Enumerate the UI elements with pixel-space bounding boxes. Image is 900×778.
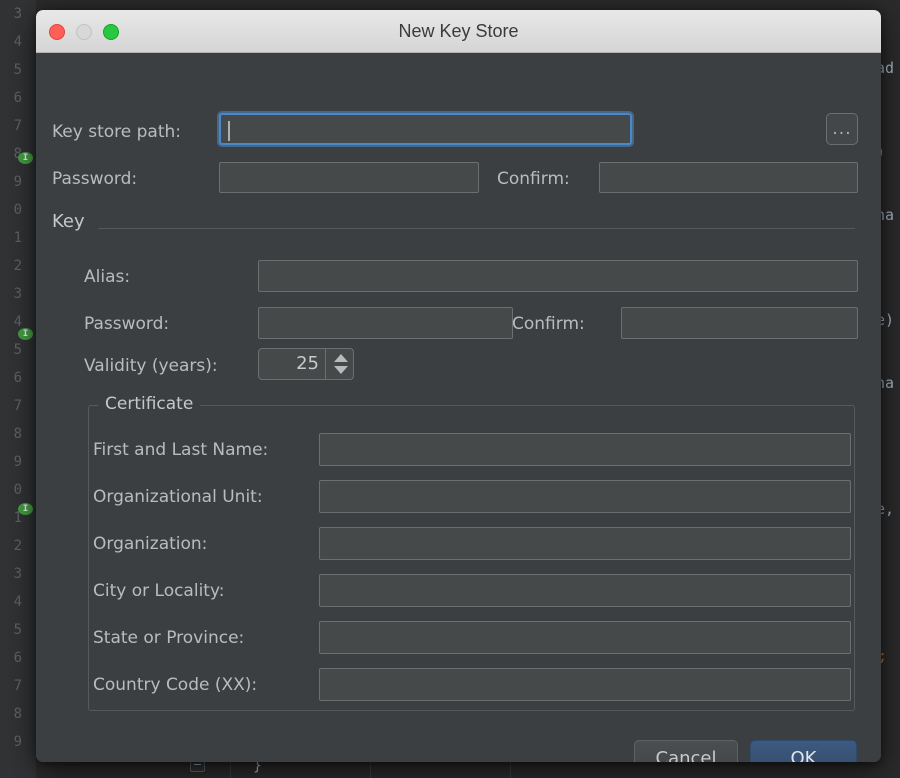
new-key-store-dialog: New Key Store Key store path: ... Passwo… <box>36 10 881 762</box>
validity-value: 25 <box>259 353 319 374</box>
line-number: 2 <box>0 256 22 277</box>
line-number: 9 <box>0 172 22 193</box>
line-number: 5 <box>0 60 22 81</box>
certificate-field-label: State or Province: <box>93 627 244 649</box>
line-number: 8 <box>0 704 22 725</box>
line-number: 3 <box>0 564 22 585</box>
line-number: 9 <box>0 732 22 753</box>
stepper-divider <box>325 349 326 379</box>
line-number: 4 <box>0 32 22 53</box>
gutter-annotation-icon[interactable]: I <box>18 328 33 340</box>
stepper-up-icon[interactable] <box>334 354 348 362</box>
keystore-password-input[interactable] <box>219 162 479 193</box>
line-number: 7 <box>0 396 22 417</box>
dialog-body: Key store path: ... Password: Confirm: K… <box>36 53 881 762</box>
key-section-divider <box>98 228 855 229</box>
keystore-password-label: Password: <box>52 168 137 190</box>
key-confirm-input[interactable] <box>621 307 858 339</box>
cancel-button[interactable]: Cancel <box>634 740 738 762</box>
ok-button[interactable]: OK <box>750 740 857 762</box>
line-number: 9 <box>0 452 22 473</box>
line-number: 7 <box>0 676 22 697</box>
line-number: 6 <box>0 368 22 389</box>
keystore-confirm-input[interactable] <box>599 162 858 193</box>
validity-stepper[interactable]: 25 <box>258 348 354 380</box>
line-number: 0 <box>0 200 22 221</box>
line-number: 3 <box>0 284 22 305</box>
certificate-field-input[interactable] <box>319 480 851 513</box>
dialog-title: New Key Store <box>36 21 881 42</box>
line-number: 1 <box>0 228 22 249</box>
browse-button[interactable]: ... <box>826 113 858 145</box>
line-number: 5 <box>0 620 22 641</box>
validity-label: Validity (years): <box>84 355 218 377</box>
dialog-titlebar[interactable]: New Key Store <box>36 10 881 53</box>
key-alias-label: Alias: <box>84 266 130 288</box>
line-number: 6 <box>0 88 22 109</box>
line-number: 6 <box>0 648 22 669</box>
certificate-field-input[interactable] <box>319 527 851 560</box>
certificate-field-label: Organizational Unit: <box>93 486 263 508</box>
stepper-down-icon[interactable] <box>334 366 348 374</box>
key-confirm-label: Confirm: <box>512 313 585 335</box>
text-caret <box>228 121 230 141</box>
line-number: 3 <box>0 4 22 25</box>
key-password-label: Password: <box>84 313 169 335</box>
certificate-field-input[interactable] <box>319 433 851 466</box>
certificate-field-label: Organization: <box>93 533 207 555</box>
line-number: 0 <box>0 480 22 501</box>
gutter-annotation-icon[interactable]: I <box>18 152 33 164</box>
key-alias-input[interactable] <box>258 260 858 292</box>
gutter-annotation-icon[interactable]: I <box>18 503 33 515</box>
line-number: 4 <box>0 592 22 613</box>
line-number: 2 <box>0 536 22 557</box>
key-password-input[interactable] <box>258 307 513 339</box>
certificate-field-label: City or Locality: <box>93 580 225 602</box>
line-number: 7 <box>0 116 22 137</box>
keystore-path-label: Key store path: <box>52 121 181 143</box>
keystore-confirm-label: Confirm: <box>497 168 570 190</box>
certificate-field-input[interactable] <box>319 621 851 654</box>
line-number: 5 <box>0 340 22 361</box>
certificate-groupbox-title: Certificate <box>98 394 200 414</box>
certificate-field-label: First and Last Name: <box>93 439 268 461</box>
key-section-title: Key <box>52 211 85 232</box>
line-number: 8 <box>0 424 22 445</box>
certificate-field-label: Country Code (XX): <box>93 674 257 696</box>
certificate-field-input[interactable] <box>319 574 851 607</box>
keystore-path-input[interactable] <box>219 113 632 145</box>
certificate-field-input[interactable] <box>319 668 851 701</box>
